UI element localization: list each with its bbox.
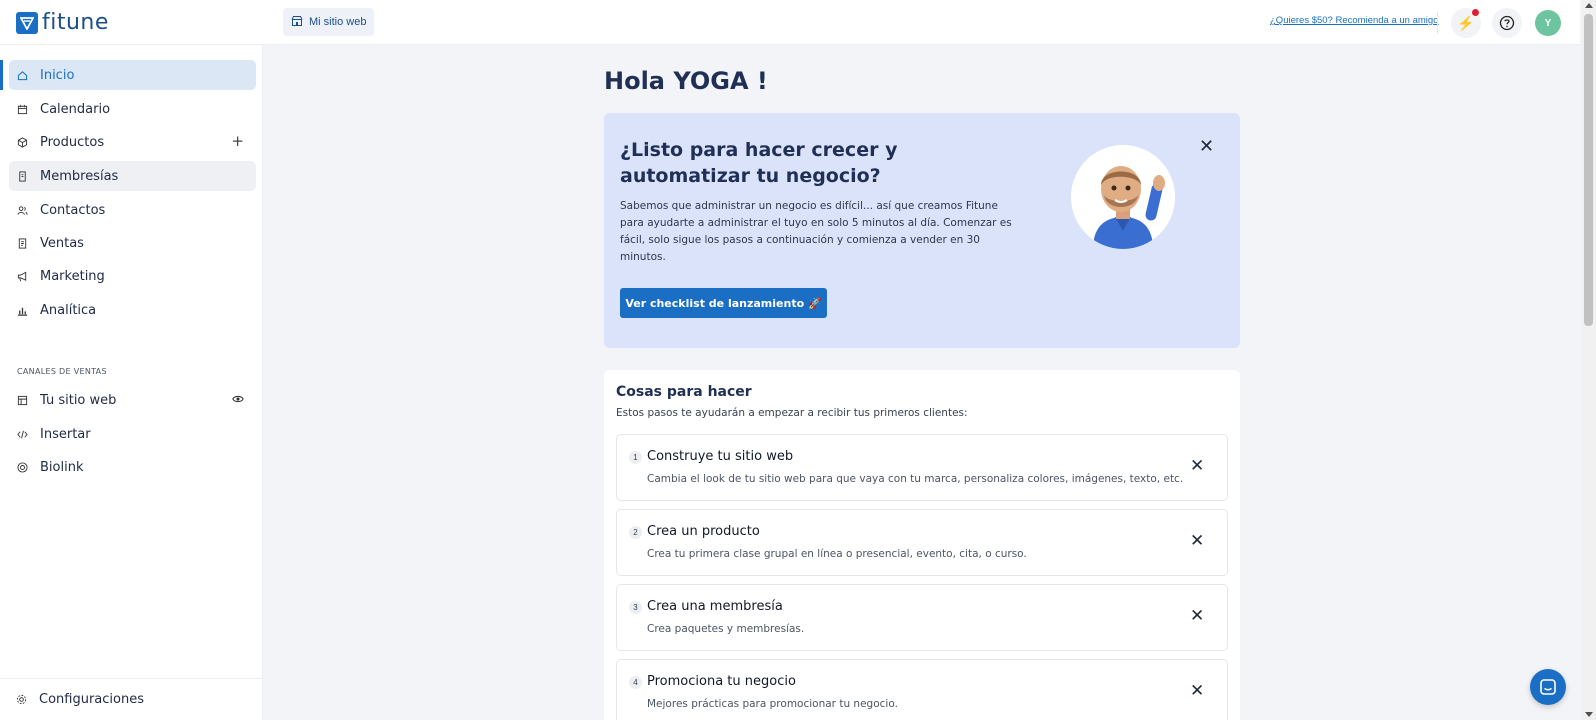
task-description: Crea paquetes y membresías.: [647, 623, 805, 635]
close-icon[interactable]: ✕: [1190, 607, 1204, 624]
sales-channels-heading: CANALES DE VENTAS: [17, 367, 107, 376]
task-number: 4: [629, 676, 642, 689]
close-icon[interactable]: ✕: [1190, 457, 1204, 474]
notification-dot: [1472, 9, 1479, 16]
sidebar-item-label: Inicio: [40, 67, 75, 83]
sidebar-item-label: Tu sitio web: [40, 392, 117, 408]
banner-title: ¿Listo para hacer crecer y automatizar t…: [620, 139, 898, 187]
todo-title: Cosas para hacer: [616, 384, 752, 400]
box-icon: [16, 136, 28, 148]
bolt-icon: ⚡: [1457, 14, 1475, 31]
chat-icon: [1540, 679, 1556, 695]
home-icon: [16, 69, 28, 81]
task-item[interactable]: 2 Crea un producto Crea tu primera clase…: [616, 509, 1228, 576]
task-description: Crea tu primera clase grupal en línea o …: [647, 548, 1027, 560]
sidebar-item-label: Membresías: [40, 168, 119, 184]
add-product-button[interactable]: +: [231, 134, 244, 149]
task-number: 3: [629, 601, 642, 614]
sidebar-item-ventas[interactable]: Ventas: [9, 228, 256, 258]
task-title: Promociona tu negocio: [647, 674, 796, 689]
task-number: 1: [629, 451, 642, 464]
close-icon[interactable]: ✕: [1199, 136, 1214, 157]
task-description: Mejores prácticas para promocionar tu ne…: [647, 698, 898, 710]
gear-icon: [15, 693, 27, 705]
eye-icon[interactable]: [232, 392, 244, 407]
referral-link[interactable]: ¿Quieres $50? Recomienda a un amigo: [1270, 15, 1438, 26]
task-item[interactable]: 1 Construye tu sitio web Cambia el look …: [616, 434, 1228, 501]
sidebar-item-label: Configuraciones: [39, 691, 144, 707]
sidebar-item-label: Contactos: [40, 202, 106, 218]
task-item[interactable]: 3 Crea una membresía Crea paquetes y mem…: [616, 584, 1228, 651]
megaphone-icon: [16, 270, 28, 282]
sidebar-footer: Configuraciones: [0, 678, 262, 720]
target-icon: [16, 461, 28, 473]
sidebar-item-label: Ventas: [40, 235, 84, 251]
logo-mark-icon: [16, 11, 38, 34]
scroll-thumb[interactable]: [1584, 14, 1593, 326]
welcome-banner: ¿Listo para hacer crecer y automatizar t…: [604, 113, 1240, 348]
close-icon[interactable]: ✕: [1190, 682, 1204, 699]
page-title: Hola YOGA !: [604, 67, 768, 95]
task-title: Crea una membresía: [647, 599, 783, 614]
todo-card: Cosas para hacer Estos pasos te ayudarán…: [604, 370, 1240, 720]
user-avatar[interactable]: Y: [1535, 10, 1561, 36]
task-item[interactable]: 4 Promociona tu negocio Mejores práctica…: [616, 659, 1228, 720]
my-website-label: Mi sitio web: [309, 16, 367, 28]
sidebar-item-tu-sitio-web[interactable]: Tu sitio web: [9, 385, 256, 415]
task-title: Crea un producto: [647, 524, 760, 539]
fitune-logo[interactable]: fitune: [16, 10, 109, 35]
sidebar-item-contactos[interactable]: Contactos: [9, 195, 256, 225]
scrollbar[interactable]: [1581, 0, 1596, 720]
code-icon: [16, 428, 28, 440]
sidebar-item-label: Calendario: [40, 101, 111, 117]
todo-subtitle: Estos pasos te ayudarán a empezar a reci…: [616, 407, 968, 419]
sidebar-item-label: Analítica: [40, 302, 97, 318]
top-bar: fitune Mi sitio web ¿Quieres $50? Recomi…: [0, 0, 1580, 45]
sidebar: Inicio Calendario Productos + Membresías…: [0, 45, 263, 720]
sidebar-item-inicio[interactable]: Inicio: [9, 60, 256, 90]
sidebar-item-label: Marketing: [40, 268, 105, 284]
sidebar-item-membresias[interactable]: Membresías: [9, 161, 256, 191]
close-icon[interactable]: ✕: [1190, 532, 1204, 549]
users-icon: [16, 204, 28, 216]
task-number: 2: [629, 526, 642, 539]
sidebar-item-productos[interactable]: Productos +: [9, 127, 256, 157]
task-description: Cambia el look de tu sitio web para que …: [647, 473, 1184, 485]
sidebar-item-analitica[interactable]: Analítica: [9, 295, 256, 325]
sidebar-item-configuraciones[interactable]: Configuraciones: [8, 684, 255, 714]
sidebar-item-biolink[interactable]: Biolink: [9, 452, 256, 482]
sidebar-item-calendario[interactable]: Calendario: [9, 94, 256, 124]
help-icon: [1499, 15, 1515, 31]
card-icon: [16, 170, 28, 182]
divider: [1437, 12, 1438, 34]
chat-button[interactable]: [1530, 669, 1566, 705]
task-title: Construye tu sitio web: [647, 449, 794, 464]
launch-checklist-button[interactable]: Ver checklist de lanzamiento 🚀: [620, 288, 827, 318]
sidebar-item-insertar[interactable]: Insertar: [9, 419, 256, 449]
store-icon: [16, 394, 28, 406]
scroll-down-icon[interactable]: [1585, 712, 1593, 717]
my-website-button[interactable]: Mi sitio web: [283, 8, 375, 36]
scroll-up-icon[interactable]: [1585, 3, 1593, 8]
receipt-icon: [16, 237, 28, 249]
help-button[interactable]: [1492, 8, 1522, 38]
active-indicator: [0, 60, 3, 90]
sidebar-item-label: Biolink: [40, 459, 84, 475]
calendar-icon: [16, 103, 28, 115]
bolt-button[interactable]: ⚡: [1451, 8, 1481, 38]
banner-text: Sabemos que administrar un negocio es di…: [620, 200, 1012, 263]
sidebar-item-label: Productos: [40, 134, 105, 150]
store-icon: [291, 15, 303, 30]
sidebar-item-label: Insertar: [40, 426, 91, 442]
bar-chart-icon: [16, 304, 28, 316]
sidebar-item-marketing[interactable]: Marketing: [9, 261, 256, 291]
logo-text: fitune: [42, 10, 109, 35]
memoji-illustration: [1071, 145, 1175, 249]
